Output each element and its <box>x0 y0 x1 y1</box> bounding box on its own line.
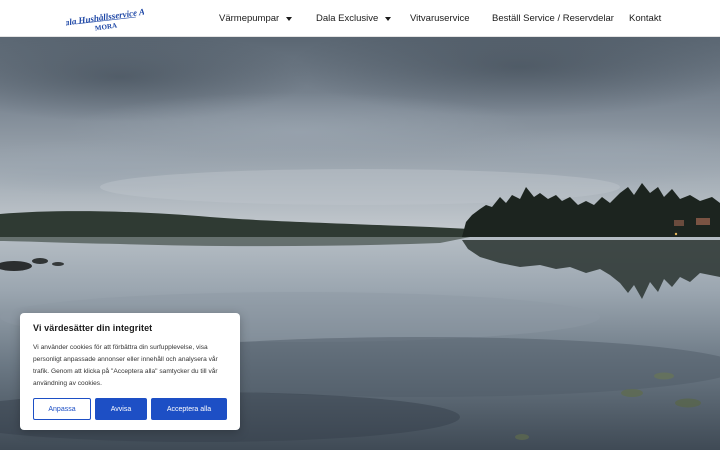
nav-item-label: Värmepumpar <box>219 13 280 24</box>
svg-text:MORA: MORA <box>94 21 117 32</box>
nav-item-label: Vitvaruservice <box>410 13 470 24</box>
nav-item-label: Beställ Service / Reservdelar <box>492 13 614 24</box>
caret-down-icon <box>385 17 392 21</box>
nav-item-label: Kontakt <box>629 13 662 24</box>
cookie-banner-title: Vi värdesätter din integritet <box>33 323 153 333</box>
nav-item-label: Dala Exclusive <box>316 13 379 24</box>
cookie-banner-buttons: Anpassa Avvisa Acceptera alla <box>33 398 227 420</box>
nav-item-bestall-service[interactable]: Beställ Service / Reservdelar <box>492 0 614 37</box>
nav-item-varmepumpar[interactable]: Värmepumpar <box>219 0 293 37</box>
site-logo[interactable]: Dala Hushållsservice AB MORA <box>66 6 144 32</box>
customize-button[interactable]: Anpassa <box>33 398 91 420</box>
cookie-consent-banner: Vi värdesätter din integritet Vi använde… <box>20 313 240 430</box>
site-header: Dala Hushållsservice AB MORA Värmepumpar… <box>0 0 720 37</box>
nav-item-vitvaruservice[interactable]: Vitvaruservice <box>410 0 470 37</box>
nav-item-kontakt[interactable]: Kontakt <box>629 0 661 37</box>
cookie-banner-text: Vi använder cookies för att förbättra di… <box>33 344 218 387</box>
caret-down-icon <box>286 17 293 21</box>
nav-item-dala-exclusive[interactable]: Dala Exclusive <box>316 0 392 37</box>
accept-all-button[interactable]: Acceptera alla <box>151 398 227 420</box>
reject-button[interactable]: Avvisa <box>95 398 147 420</box>
